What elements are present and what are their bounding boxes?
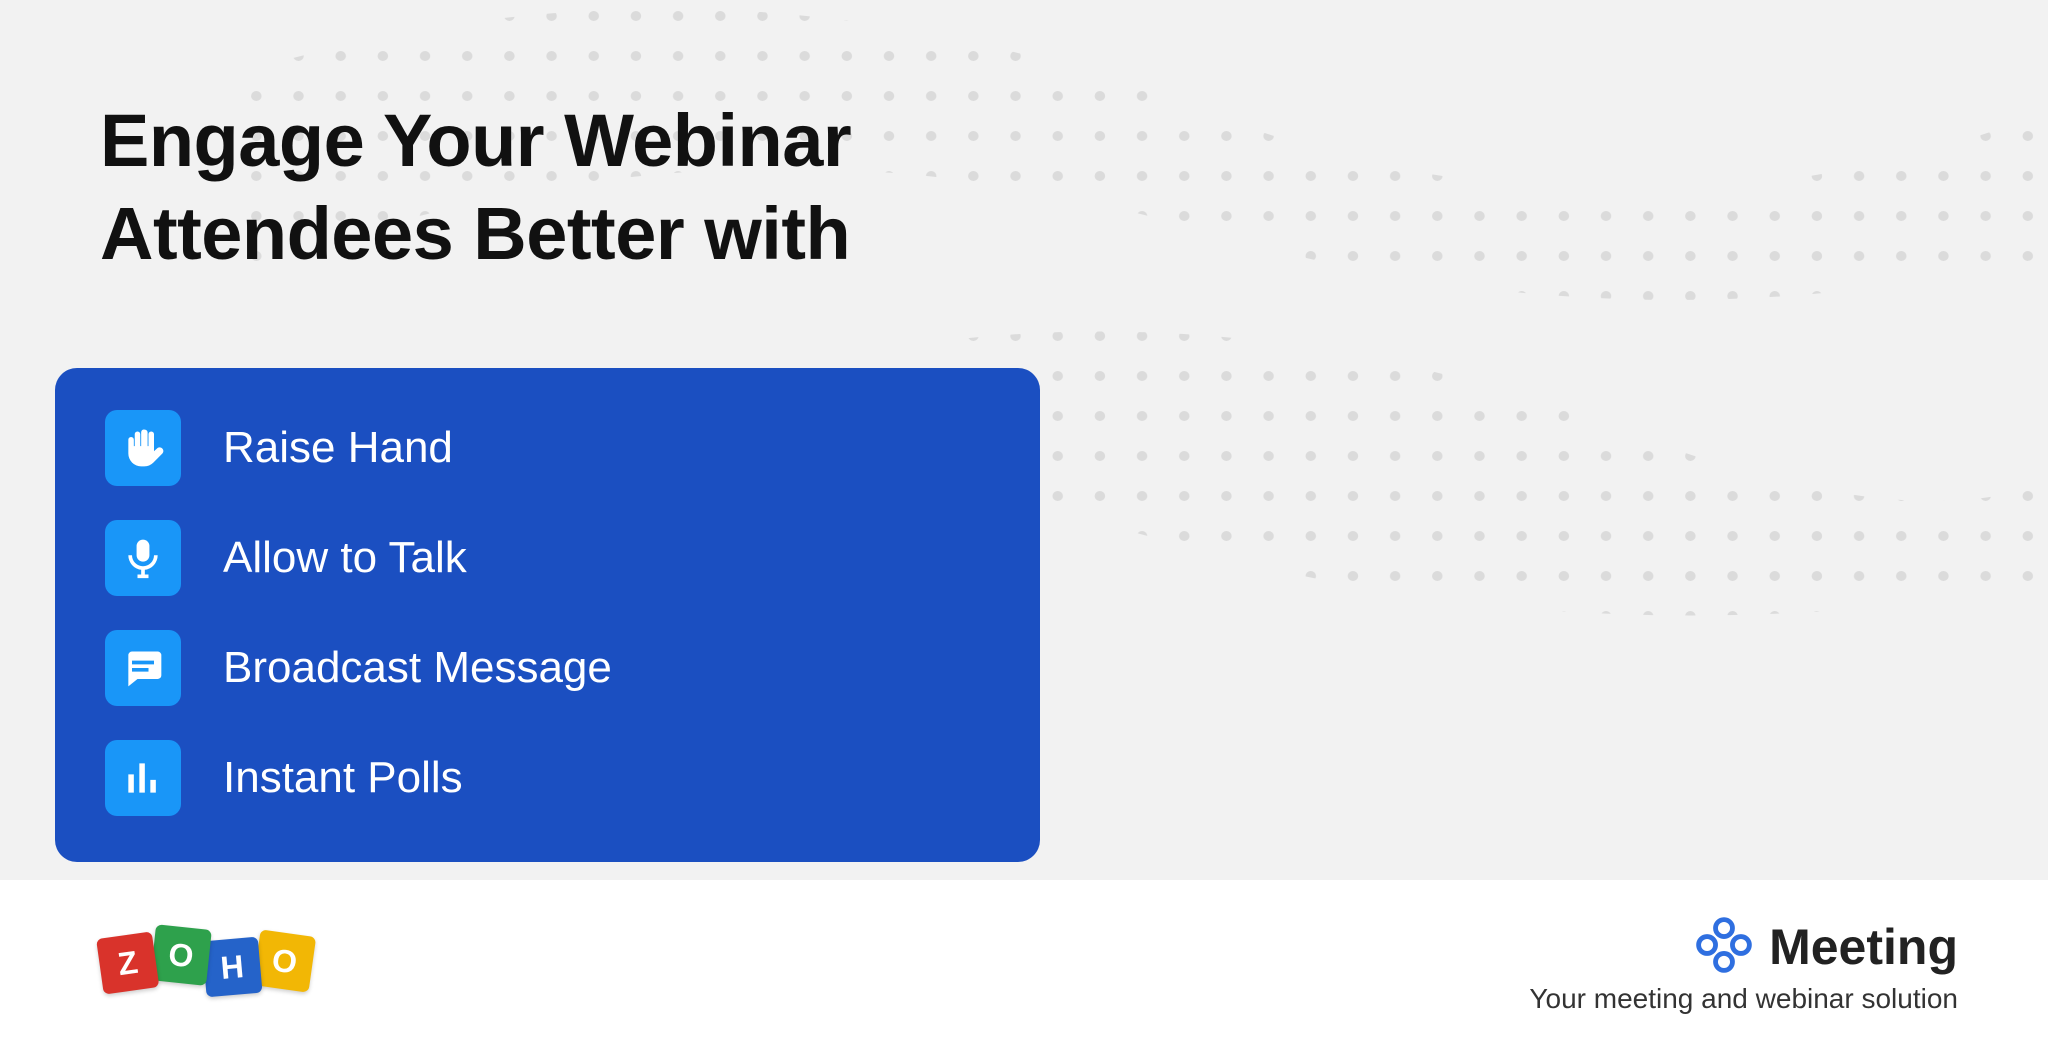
feature-label: Broadcast Message xyxy=(223,643,612,693)
hand-icon xyxy=(105,410,181,486)
feature-label: Raise Hand xyxy=(223,423,453,473)
feature-broadcast-message: Broadcast Message xyxy=(105,630,990,706)
headline-line1: Engage Your Webinar xyxy=(100,99,851,182)
headline-line2: Attendees Better with xyxy=(100,192,850,275)
feature-allow-to-talk: Allow to Talk xyxy=(105,520,990,596)
message-icon xyxy=(105,630,181,706)
zoho-logo: Z O H O xyxy=(100,937,312,993)
zoho-letter-h: H xyxy=(202,937,263,998)
page-headline: Engage Your Webinar Attendees Better wit… xyxy=(100,95,851,280)
feature-label: Instant Polls xyxy=(223,753,463,803)
meeting-flower-icon xyxy=(1695,916,1753,979)
zoho-letter-o2: O xyxy=(253,929,316,992)
zoho-letter-o1: O xyxy=(150,924,212,986)
feature-raise-hand: Raise Hand xyxy=(105,410,990,486)
hero-section: Engage Your Webinar Attendees Better wit… xyxy=(0,0,2048,880)
zoho-letter-z: Z xyxy=(96,931,159,994)
meeting-brand: Meeting Your meeting and webinar solutio… xyxy=(1529,916,1958,1015)
feature-label: Allow to Talk xyxy=(223,533,467,583)
meeting-tagline: Your meeting and webinar solution xyxy=(1529,983,1958,1015)
meeting-brand-top: Meeting xyxy=(1695,916,1958,979)
footer: Z O H O Meeting Your meeting and webinar… xyxy=(0,880,2048,1050)
feature-instant-polls: Instant Polls xyxy=(105,740,990,816)
features-card: Raise Hand Allow to Talk Broadcast Messa… xyxy=(55,368,1040,862)
mic-icon xyxy=(105,520,181,596)
meeting-product-name: Meeting xyxy=(1769,918,1958,976)
poll-icon xyxy=(105,740,181,816)
